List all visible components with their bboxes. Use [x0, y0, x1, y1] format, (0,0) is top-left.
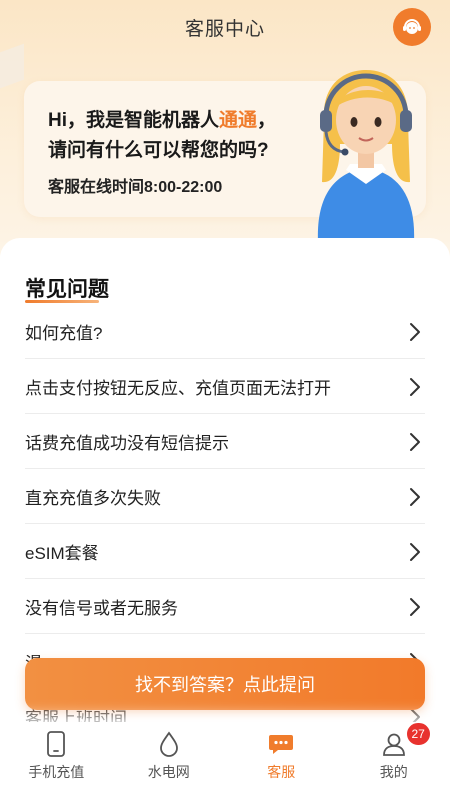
faq-item[interactable]: 点击支付按钮无反应、充值页面无法打开 [25, 359, 425, 414]
faq-item-text: 没有信号或者无服务 [25, 598, 178, 618]
chat-icon [267, 730, 295, 758]
faq-item-text: eSIM套餐 [25, 543, 99, 563]
tab-label: 水电网 [147, 764, 190, 780]
notification-badge: 27 [405, 722, 431, 746]
faq-item[interactable]: 直充充值多次失败 [25, 469, 425, 524]
decorative-shape [0, 43, 24, 89]
tab-utilities[interactable]: 水电网 [113, 722, 226, 800]
chevron-right-icon [410, 598, 420, 616]
faq-section-title: 常见问题 [25, 278, 109, 301]
service-hours: 客服在线时间8:00-22:00 [48, 179, 223, 196]
tab-phone-recharge[interactable]: 手机充值 [0, 722, 113, 800]
bot-name: 通通 [219, 110, 258, 131]
faq-item-text: 话费充值成功没有短信提示 [25, 433, 229, 453]
faq-item[interactable]: 没有信号或者无服务 [25, 579, 425, 634]
tab-label: 我的 [379, 764, 408, 780]
tab-customer-service[interactable]: 客服 [225, 722, 338, 800]
chevron-right-icon [410, 488, 420, 506]
greeting-question: 请问有什么可以帮您的吗? [48, 140, 269, 161]
greeting-text: Hi，我是智能机器人通通， [48, 110, 277, 131]
phone-icon [42, 730, 70, 758]
chevron-right-icon [410, 378, 420, 396]
page-title: 客服中心 [184, 18, 265, 40]
customer-service-button[interactable] [393, 8, 431, 46]
bottom-tab-bar: 手机充值 水电网 客服 27 我的 [0, 722, 450, 800]
water-drop-icon [155, 730, 183, 758]
chevron-right-icon [410, 323, 420, 341]
faq-item-text: 如何充值? [25, 323, 103, 343]
headset-icon [403, 19, 421, 34]
profile-icon [380, 730, 408, 758]
tab-label: 客服 [267, 764, 296, 780]
faq-item[interactable]: eSIM套餐 [25, 524, 425, 579]
tab-profile[interactable]: 27 我的 [338, 722, 450, 800]
faq-item-text: 直充充值多次失败 [25, 488, 161, 508]
tab-label: 手机充值 [28, 764, 85, 780]
faq-item[interactable]: 如何充值? [25, 304, 425, 359]
faq-item[interactable]: 话费充值成功没有短信提示 [25, 414, 425, 469]
faq-item-text: 点击支付按钮无反应、充值页面无法打开 [25, 378, 331, 398]
agent-avatar-illustration [317, 70, 415, 242]
faq-title-underline [25, 300, 99, 303]
chevron-right-icon [410, 433, 420, 451]
header-bar: 客服中心 [0, 0, 450, 54]
chevron-right-icon [410, 543, 420, 561]
ask-question-button[interactable]: 找不到答案？点此提问 [25, 658, 425, 710]
